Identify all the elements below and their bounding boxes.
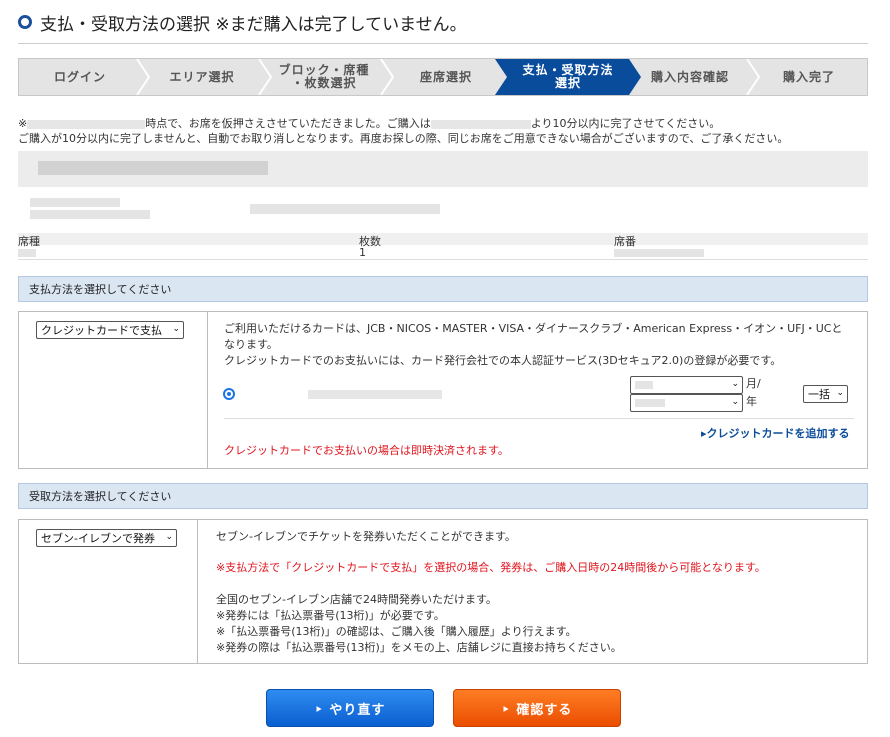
step-chevron-icon [136,59,151,95]
pickup-method-cell: セブン-イレブンで発券 ⌄ [19,520,198,663]
step-label: ブロック・席種 ・枚数選択 [278,63,370,90]
chevron-down-icon: ⌄ [836,388,844,398]
pickup-section-title: 受取方法を選択してください [29,490,172,503]
progress-steps: ログイン エリア選択 ブロック・席種 ・枚数選択 座席選択 支払・受取方法 選択… [18,58,868,96]
card-info-line: なります。 [224,338,278,351]
pickup-info-line: 全国のセブン-イレブン店舗で24時間発券いただけます。 [216,593,497,606]
confirm-button-label: ‣ 確認する [501,702,573,718]
redacted-date [30,198,120,207]
chevron-down-icon: ⌄ [731,379,739,389]
seat-table-header: 席種 枚数 席番 [18,233,868,248]
step-chevron-icon [629,59,641,95]
step-block: ブロック・席種 ・枚数選択 [263,59,385,95]
notice-text: 時点で、お席を仮押さえさせていただきました。ご購入は [145,117,431,130]
step-label: 購入完了 [782,69,835,84]
redacted-time [30,210,150,219]
step-review: 購入内容確認 [629,59,751,95]
retry-button-label: ‣ やり直す [314,702,386,718]
page-title-text: 支払・受取方法の選択 ※まだ購入は完了していません。 [40,14,467,35]
pickup-info-line: ※発券には「払込票番号(13桁)」が必要です。 [216,609,445,622]
redacted-year [635,399,665,407]
chevron-down-icon: ⌄ [165,532,173,542]
step-chevron-icon [258,59,273,95]
card-info-line: ご利用いただけるカードは、JCB・NICOS・MASTER・VISA・ダイナース… [224,322,843,335]
seat-count-value: 1 [359,246,366,259]
redacted-time [430,119,531,129]
title-divider [18,43,868,44]
redacted-card-number [308,390,442,399]
payment-section-title: 支払方法を選択してください [29,283,172,296]
step-label: 支払・受取方法 選択 [522,63,614,90]
payment-panel: クレジットカードで支払 ⌄ ご利用いただけるカードは、JCB・NICOS・MAST… [18,311,868,469]
card-info-line: クレジットカードでのお支払いには、カード発行会社での本人認証サービス(3Dセキュ… [224,354,782,367]
payment-section-header: 支払方法を選択してください [18,276,868,302]
pickup-section-header: 受取方法を選択してください [18,483,868,509]
redacted-seat-type [18,249,36,257]
event-summary [18,151,868,187]
add-card-link[interactable]: ▸クレジットカードを追加する [701,425,850,441]
step-complete: 購入完了 [751,59,867,95]
pickup-method-select[interactable]: セブン-イレブンで発券 ⌄ [36,529,177,547]
step-payment: 支払・受取方法 選択 [507,59,629,95]
step-chevron-icon [380,59,395,95]
notice-prefix: ※ [18,117,28,130]
page-title: 支払・受取方法の選択 ※まだ購入は完了していません。 [18,8,467,36]
retry-button[interactable]: ‣ やり直す [266,689,434,727]
card-radio[interactable] [223,388,235,400]
step-chevron-icon [746,59,761,95]
pickup-warning: ※支払方法で「クレジットカードで支払」を選択の場合、発券は、ご購入日時の24時間… [216,561,766,574]
immediate-payment-note: クレジットカードでお支払いの場合は即時決済されます。 [224,444,509,457]
pickup-info-line: ※「払込票番号(13桁)」の確認は、ご購入後「購入履歴」より行えます。 [216,625,577,638]
step-chevron-icon [495,59,507,95]
notice-line2: ご購入が10分以内に完了しませんと、自動でお取り消しとなります。再度お探しの際、… [18,132,789,145]
installment-value: 一括 [808,388,830,401]
step-label: ログイン [53,69,106,84]
notice-text: より10分以内に完了させてください。 [530,117,721,130]
step-seat: 座席選択 [385,59,507,95]
redacted-time [27,119,146,129]
pickup-method-value: セブン-イレブンで発券 [41,532,155,545]
chevron-down-icon: ⌄ [172,324,180,334]
expiry-month-select[interactable]: ⌄ [630,376,743,394]
chevron-down-icon: ⌄ [731,397,739,407]
card-info: ご利用いただけるカードは、JCB・NICOS・MASTER・VISA・ダイナース… [224,321,842,369]
pickup-info-line: セブン-イレブンでチケットを発券いただくことができます。 [216,530,516,543]
payment-method-select[interactable]: クレジットカードで支払 ⌄ [36,321,184,339]
divider [224,418,854,419]
redacted-month [635,381,653,389]
payment-method-value: クレジットカードで支払 [41,324,162,337]
expiry-year-select[interactable]: ⌄ [630,394,743,412]
pickup-details: 全国のセブン-イレブン店舗で24時間発券いただけます。 ※発券には「払込票番号(… [216,592,622,656]
installment-select[interactable]: 一括 ⌄ [803,385,848,403]
year-label: 年 [746,395,757,408]
redacted-seat-number [614,249,704,257]
redacted-event-name [38,161,268,175]
step-label: 購入内容確認 [650,69,729,84]
payment-method-cell: クレジットカードで支払 ⌄ [19,312,208,468]
redacted-venue [250,204,440,214]
pickup-panel: セブン-イレブンで発券 ⌄ セブン-イレブンでチケットを発券いただくことができます… [18,519,868,664]
step-label: エリア選択 [169,69,235,84]
month-label: 月/ [746,377,761,390]
pickup-info-line: ※発券の際は「払込票番号(13桁)」をメモの上、店舗レジに直接お持ちください。 [216,641,622,654]
step-login: ログイン [19,59,141,95]
step-label: 座席選択 [419,69,472,84]
seat-table-row: 1 [18,246,868,260]
confirm-button[interactable]: ‣ 確認する [453,689,621,727]
step-area: エリア選択 [141,59,263,95]
title-ring-icon [18,15,32,29]
hold-notice: ※ 時点で、お席を仮押さえさせていただきました。ご購入は より10分以内に完了させて… [18,116,788,146]
